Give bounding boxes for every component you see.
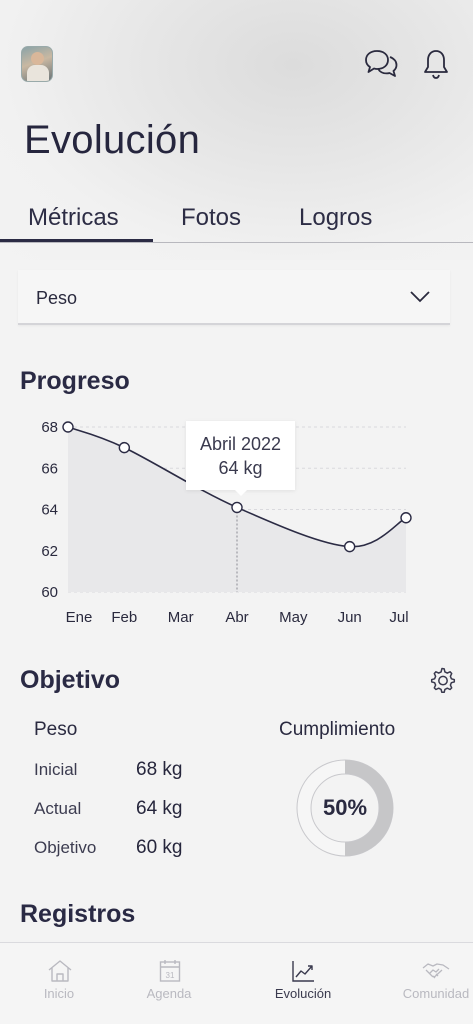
tab-logros[interactable]: Logros <box>299 204 372 232</box>
chat-button[interactable] <box>363 46 399 82</box>
calendar-icon: 31 <box>159 960 181 982</box>
tab-fotos[interactable]: Fotos <box>181 204 241 232</box>
home-icon <box>48 960 72 982</box>
tooltip-arrow <box>234 489 248 496</box>
tooltip-date: Abril 2022 <box>199 434 282 454</box>
chart-data-point <box>400 512 412 524</box>
tab-bar: Métricas Fotos Logros <box>0 196 473 243</box>
y-tick-label: 62 <box>41 543 58 560</box>
nav-evolucion-label: Evolución <box>274 986 332 1001</box>
bottom-navigation: Inicio 31 Agenda Evolución Comunidad <box>0 942 473 1024</box>
calendar-day: 31 <box>166 971 175 980</box>
cumplimiento-percent: 50% <box>322 795 368 820</box>
metric-select[interactable]: Peso <box>18 270 450 325</box>
x-tick-label: Feb <box>111 609 137 626</box>
objetivo-actual-label: Actual <box>34 799 82 818</box>
nav-comunidad-label: Comunidad <box>402 986 470 1001</box>
bell-icon <box>424 50 448 79</box>
chart-data-point <box>231 501 243 514</box>
objetivo-title: Objetivo <box>20 666 121 694</box>
chevron-down-icon <box>410 291 430 303</box>
trend-chart-icon <box>292 961 314 982</box>
cumplimiento-label: Cumplimiento <box>279 719 396 740</box>
nav-agenda-label: Agenda <box>146 986 192 1001</box>
avatar-body <box>27 65 49 81</box>
objetivo-actual-value: 64 kg <box>136 798 183 819</box>
objetivo-metric-label: Peso <box>34 719 78 740</box>
notifications-button[interactable] <box>422 48 450 80</box>
y-tick-label: 68 <box>41 419 58 436</box>
handshake-icon <box>422 963 450 979</box>
tab-metricas[interactable]: Métricas <box>28 204 119 232</box>
objetivo-inicial-value: 68 kg <box>136 759 183 780</box>
nav-inicio[interactable]: Inicio <box>0 943 118 1024</box>
y-tick-label: 66 <box>41 460 58 477</box>
x-tick-label: May <box>279 609 308 626</box>
avatar-head <box>31 52 44 65</box>
chart-data-point <box>62 421 74 433</box>
objetivo-objetivo-value: 60 kg <box>136 837 183 858</box>
chat-bubbles-icon <box>365 50 398 77</box>
nav-inicio-label: Inicio <box>43 986 75 1001</box>
x-tick-label: Mar <box>168 609 194 626</box>
x-tick-label: Ene <box>66 609 93 626</box>
page-title: Evolución <box>24 118 201 162</box>
y-tick-label: 64 <box>41 502 58 519</box>
chart-tooltip: Abril 2022 64 kg <box>186 421 295 496</box>
tooltip-value: 64 kg <box>218 458 263 478</box>
objetivo-objetivo-label: Objetivo <box>34 838 97 857</box>
x-tick-label: Abr <box>225 609 248 626</box>
active-tab-indicator <box>0 239 153 242</box>
nav-evolucion[interactable]: Evolución <box>244 943 362 1024</box>
top-bar <box>0 0 473 110</box>
nav-agenda[interactable]: 31 Agenda <box>110 943 228 1024</box>
gear-icon <box>430 667 456 694</box>
objetivo-settings-button[interactable] <box>428 666 456 694</box>
progreso-title: Progreso <box>20 367 130 395</box>
chart-data-point <box>118 441 131 454</box>
avatar[interactable] <box>21 46 53 82</box>
registros-title: Registros <box>20 900 136 928</box>
objetivo-inicial-label: Inicial <box>34 760 78 779</box>
metric-select-value: Peso <box>36 288 78 308</box>
nav-comunidad[interactable]: Comunidad <box>377 943 473 1024</box>
chart-data-point <box>343 540 356 553</box>
x-tick-label: Jun <box>338 609 362 626</box>
x-tick-label: Jul <box>389 609 408 626</box>
y-tick-label: 60 <box>41 584 58 601</box>
